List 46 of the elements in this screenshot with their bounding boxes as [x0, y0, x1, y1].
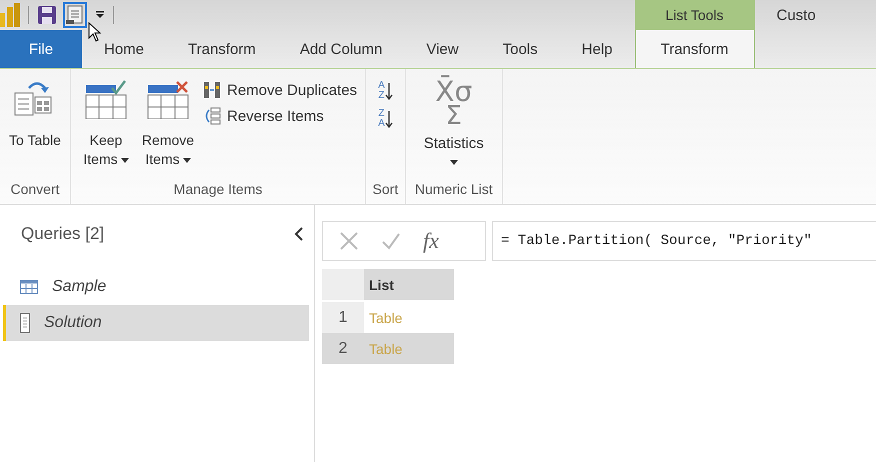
ribbon-tab[interactable]: File	[0, 30, 82, 68]
ribbon-button[interactable]: Remove Items	[139, 75, 197, 178]
group-label: Manage Items	[172, 180, 264, 199]
statistics-button[interactable]: X̄σ Σ Statistics	[412, 75, 496, 178]
pane-title: Queries [2]	[21, 224, 104, 244]
sort-button[interactable]: A Z	[372, 81, 399, 101]
reverse-list-icon	[203, 107, 221, 125]
ribbon-tab[interactable]: Transform	[634, 30, 754, 68]
row-number[interactable]: 1	[322, 301, 364, 333]
ribbon-button[interactable]: Remove Duplicates	[201, 81, 360, 99]
group-label: Convert	[9, 180, 61, 199]
row-number[interactable]: 2	[322, 333, 364, 364]
down-arrow-icon	[384, 110, 393, 128]
ribbon-button[interactable]: To Table	[6, 75, 64, 178]
ribbon-tab[interactable]: Transform	[166, 30, 278, 68]
collapse-chevron-icon[interactable]	[294, 227, 304, 241]
group-label: Sort	[372, 180, 399, 199]
ribbon-button[interactable]: Keep Items	[77, 75, 135, 178]
save-icon[interactable]	[37, 5, 57, 25]
sort-button[interactable]: Z A	[372, 109, 399, 129]
ribbon-tab[interactable]: View	[404, 30, 481, 68]
contextual-tab-group: List Tools	[634, 0, 754, 30]
keep-rows-icon	[84, 79, 128, 119]
ribbon-tab[interactable]: Tools	[480, 30, 560, 68]
formula-field[interactable]: = Table.Partition( Source, "Priority"	[492, 221, 876, 261]
contextual-tab-group: Custo	[776, 0, 876, 30]
ribbon-tab[interactable]: Help	[560, 30, 634, 68]
column-header[interactable]: List	[364, 269, 454, 301]
check-icon[interactable]	[381, 231, 401, 251]
ribbon-tab[interactable]: Home	[82, 30, 166, 68]
columns-arrow-icon	[203, 81, 221, 99]
fx-button[interactable]: fx	[423, 228, 439, 254]
app-logo-icon	[0, 3, 20, 27]
ribbon-button[interactable]: Reverse Items	[201, 107, 360, 125]
group-label: Numeric List	[414, 180, 494, 199]
document-button[interactable]	[63, 2, 87, 28]
table-icon	[20, 280, 38, 294]
down-arrow-icon	[384, 82, 393, 100]
cursor-icon	[88, 22, 102, 42]
caret-icon[interactable]	[95, 10, 105, 20]
query-item[interactable]: Sample	[3, 269, 309, 305]
list-icon	[20, 313, 30, 333]
remove-rows-icon	[146, 79, 190, 119]
document-icon	[66, 5, 84, 25]
ribbon-tab[interactable]: Add Column	[278, 30, 404, 68]
query-item[interactable]: Solution	[3, 305, 309, 341]
